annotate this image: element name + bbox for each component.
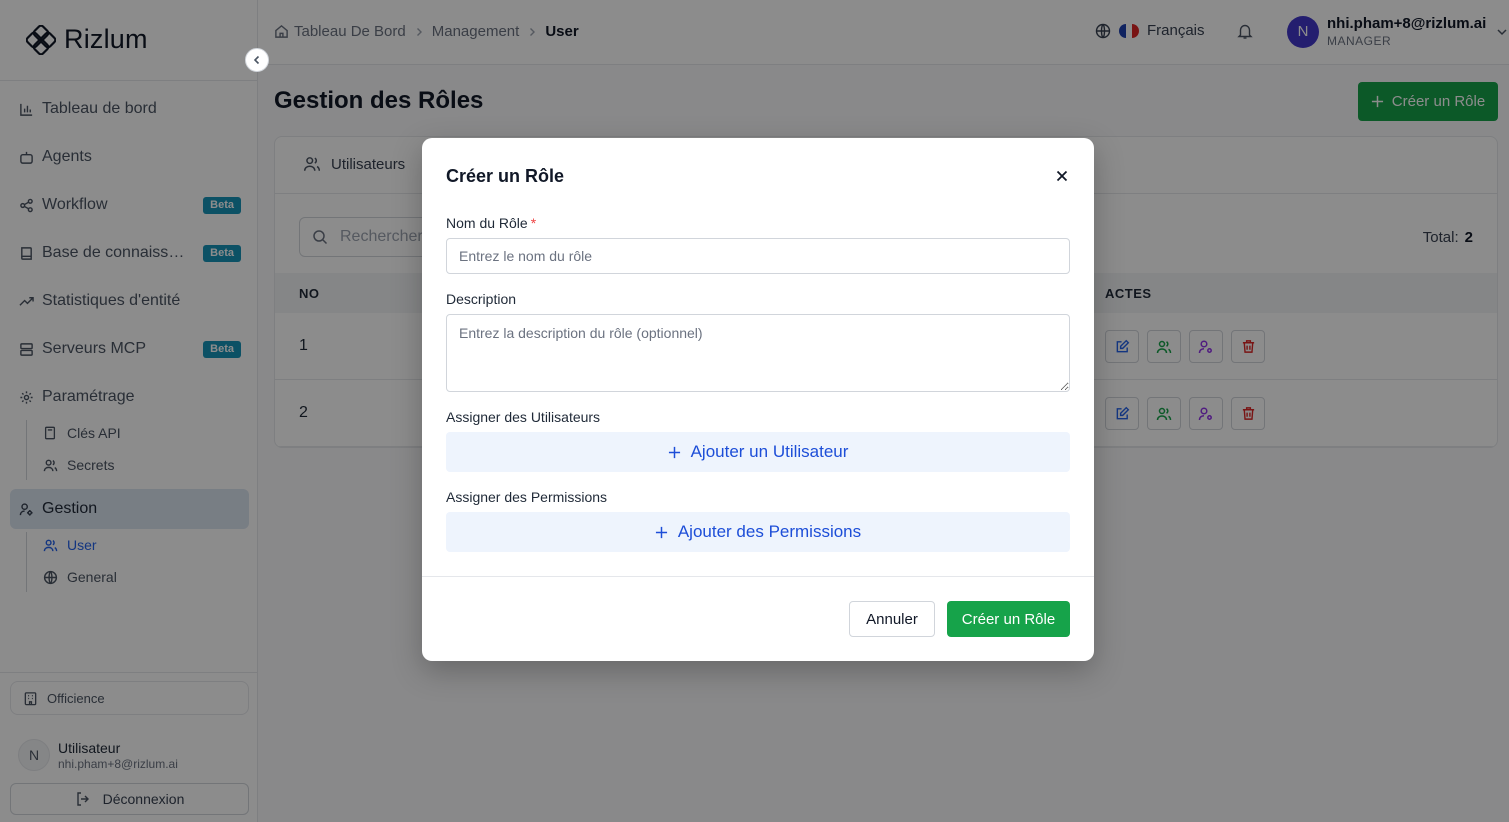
assign-permissions-label: Assigner des Permissions bbox=[446, 489, 608, 505]
submit-create-role-button[interactable]: Créer un Rôle bbox=[947, 601, 1070, 637]
add-user-button[interactable]: Ajouter un Utilisateur bbox=[446, 432, 1070, 472]
role-name-label: Nom du Rôle * bbox=[446, 215, 536, 231]
add-user-label: Ajouter un Utilisateur bbox=[690, 442, 849, 461]
chevron-left-icon bbox=[252, 55, 262, 65]
dialog-footer-divider bbox=[422, 576, 1094, 577]
create-role-dialog: Créer un Rôle Nom du Rôle* Description A… bbox=[422, 138, 1094, 661]
role-name-label-text: Nom du Rôle bbox=[446, 215, 528, 231]
dialog-title: Créer un Rôle bbox=[446, 166, 565, 186]
description-textarea[interactable] bbox=[446, 314, 1070, 392]
role-name-input[interactable] bbox=[446, 238, 1070, 274]
add-permissions-button[interactable]: Ajouter des Permissions bbox=[446, 512, 1070, 552]
plus-icon bbox=[655, 526, 668, 539]
description-label: Description bbox=[446, 291, 517, 307]
plus-icon bbox=[668, 446, 681, 459]
collapse-sidebar-button[interactable] bbox=[245, 48, 269, 72]
close-icon bbox=[1056, 170, 1068, 182]
add-permissions-label: Ajouter des Permissions bbox=[677, 522, 862, 541]
assign-users-label: Assigner des Utilisateurs bbox=[446, 409, 601, 425]
cancel-button[interactable]: Annuler bbox=[849, 601, 935, 637]
close-button[interactable] bbox=[1054, 168, 1070, 184]
required-mark: * bbox=[530, 215, 537, 231]
